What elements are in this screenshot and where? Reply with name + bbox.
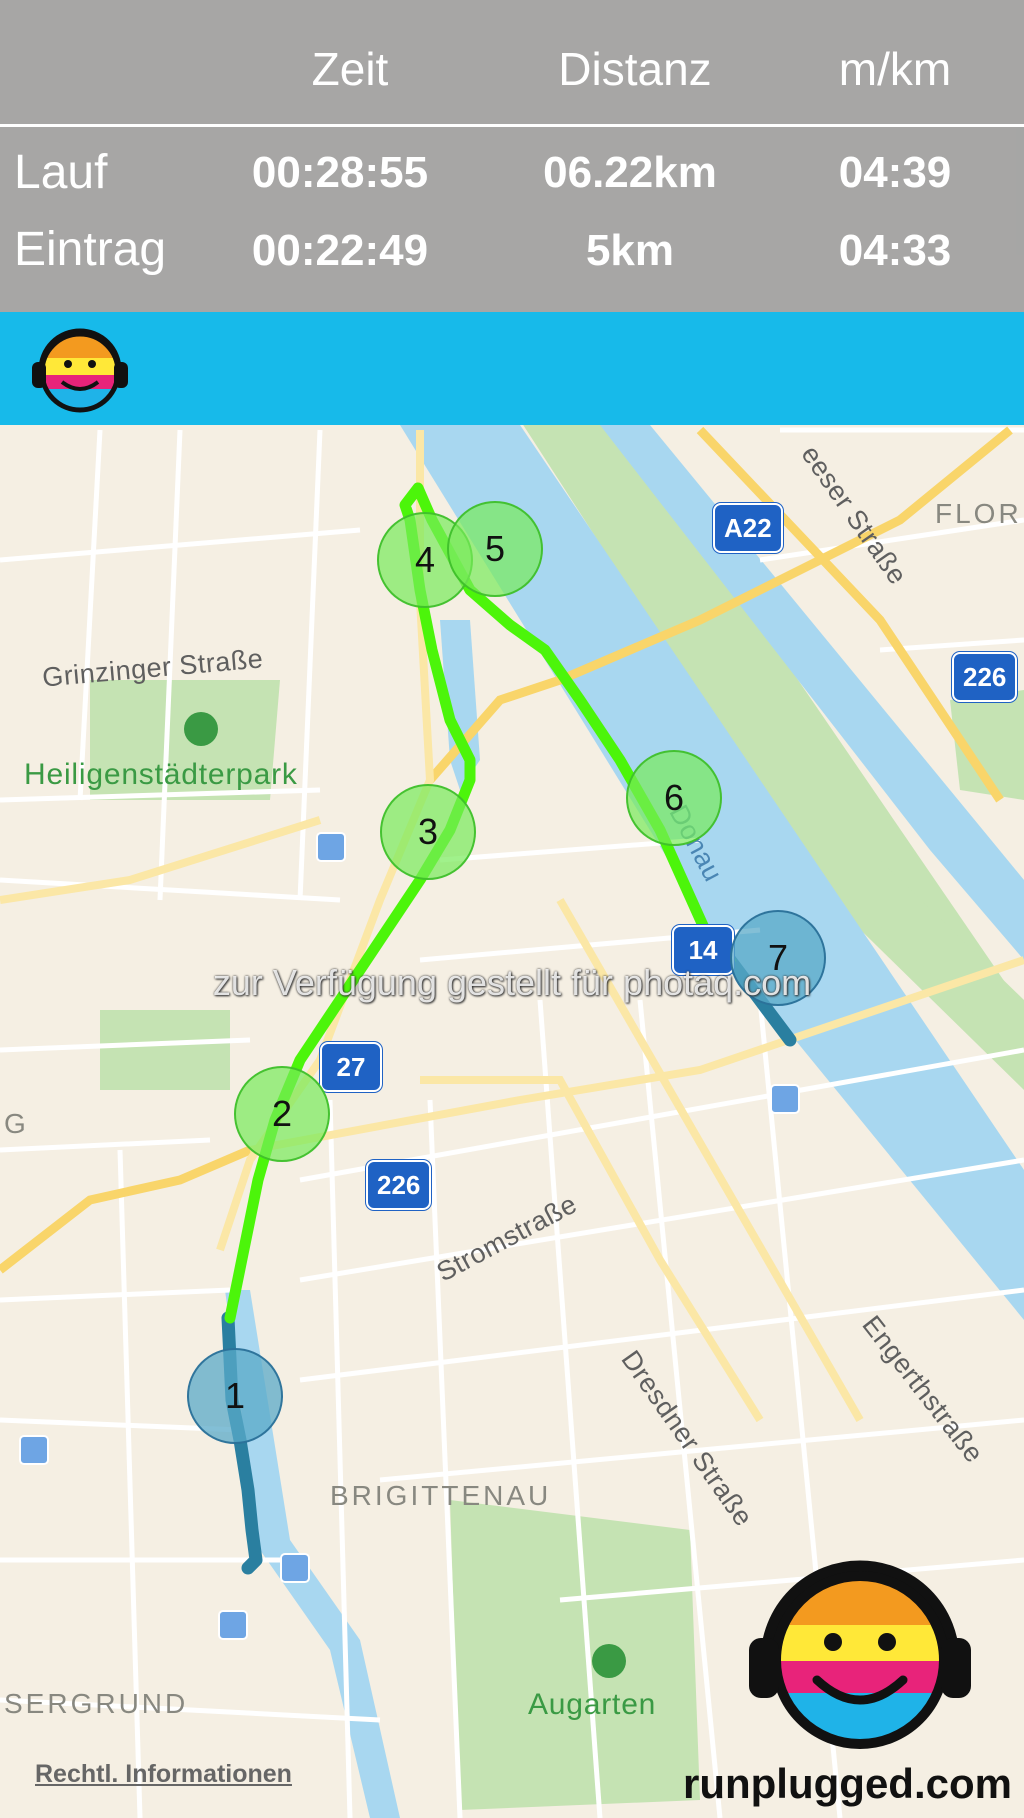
brand-url: runplugged.com — [683, 1760, 1012, 1807]
transit-station-icon — [770, 1084, 800, 1114]
district-label-flor: FLOR — [935, 498, 1022, 529]
watermark-text: zur Verfügung gestellt für photaq.com — [212, 962, 812, 1003]
road-shield-226-top: 226 — [952, 652, 1018, 702]
km-marker-1[interactable]: 1 — [187, 1348, 283, 1444]
district-label-g: G — [4, 1108, 29, 1139]
header-distance: Distanz — [558, 43, 712, 95]
km-marker-2[interactable]: 2 — [234, 1066, 330, 1162]
road-shield-a22: A22 — [713, 503, 783, 553]
district-label-brigittenau: BRIGITTENAU — [330, 1480, 552, 1511]
transit-station-icon — [218, 1610, 248, 1640]
entry-time: 00:22:49 — [251, 226, 429, 275]
header-time: Zeit — [311, 43, 389, 95]
km-marker-3[interactable]: 3 — [380, 784, 476, 880]
run-distance: 06.22km — [543, 148, 717, 197]
km-marker-5[interactable]: 5 — [447, 501, 543, 597]
park-label-heiligenstadt: Heiligenstädterpark — [24, 758, 298, 791]
stats-divider — [0, 124, 1024, 127]
run-stats-panel: Zeit Distanz m/km Lauf 00:28:55 06.22km … — [0, 0, 1024, 312]
run-time: 00:28:55 — [251, 148, 429, 197]
park-icon-heiligenstadt — [184, 712, 218, 746]
district-label-sergrund: SERGRUND — [4, 1688, 189, 1719]
run-pace: 04:39 — [838, 148, 952, 197]
park-label-augarten: Augarten — [528, 1688, 657, 1721]
legal-info-link[interactable]: Rechtl. Informationen — [35, 1760, 292, 1789]
transit-station-icon — [19, 1435, 49, 1465]
km-marker-6[interactable]: 6 — [626, 750, 722, 846]
runplugged-logo-large-icon — [749, 1560, 971, 1749]
road-shield-226-mid: 226 — [366, 1160, 432, 1210]
entry-distance: 5km — [585, 226, 675, 275]
row-label-run: Lauf — [14, 146, 108, 199]
transit-station-icon — [280, 1553, 310, 1583]
row-label-entry: Eintrag — [14, 223, 167, 276]
app-header-bar — [0, 312, 1024, 425]
transit-station-icon — [316, 832, 346, 862]
header-pace: m/km — [838, 43, 952, 95]
park-icon-augarten — [592, 1644, 626, 1678]
runplugged-logo-small-icon[interactable] — [30, 324, 130, 414]
entry-pace: 04:33 — [838, 226, 952, 275]
road-shield-27: 27 — [320, 1042, 382, 1092]
